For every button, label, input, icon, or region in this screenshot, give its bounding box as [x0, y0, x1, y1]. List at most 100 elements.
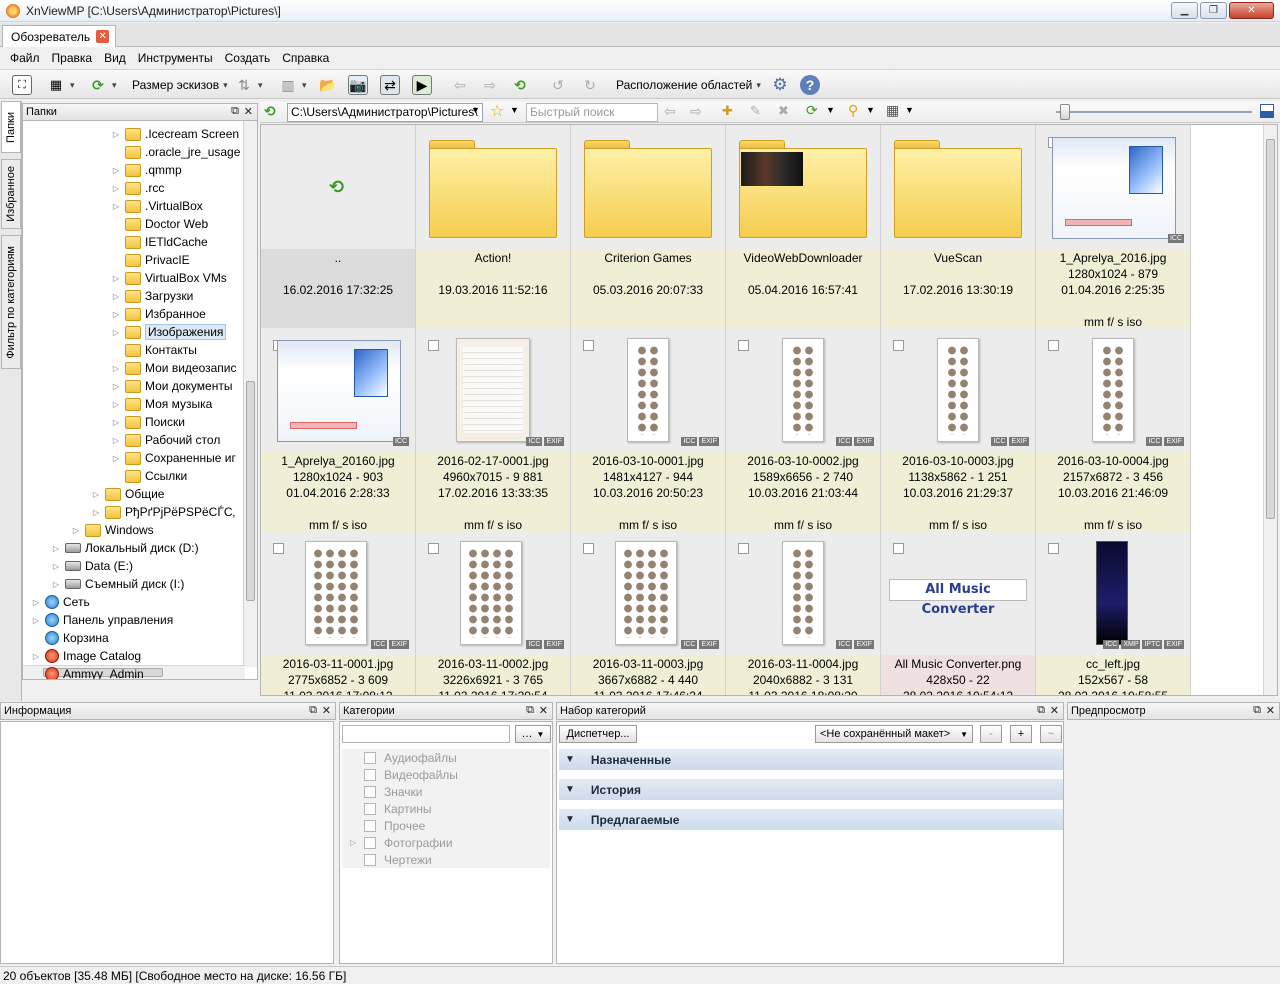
tree-item[interactable]: ▷ Панель управления — [31, 611, 173, 629]
category-item[interactable]: Видеофайлы — [342, 766, 550, 783]
tree-item[interactable]: ▷ Локальный диск (D:) — [51, 539, 199, 557]
preview-close-icon[interactable]: ✕ — [1266, 704, 1275, 717]
categories-undock-icon[interactable]: ⧉ — [526, 704, 534, 717]
refresh-dropdown-icon[interactable]: ▼ — [826, 105, 835, 115]
tree-item[interactable]: ▷ .rcc — [111, 179, 164, 197]
category-item[interactable]: ▷ Фотографии — [342, 834, 550, 851]
select-checkbox[interactable] — [428, 340, 439, 351]
tree-item[interactable]: ▷ Съемный диск (I:) — [51, 575, 184, 593]
expand-arrow-icon[interactable]: ▷ — [51, 544, 61, 553]
tree-item[interactable]: ▷ VirtualBox VMs — [111, 269, 227, 287]
help-button[interactable]: ? — [800, 74, 820, 96]
back-button[interactable]: ⇦ — [450, 74, 470, 96]
menu-edit[interactable]: Правка — [46, 51, 99, 65]
expand-arrow-icon[interactable]: ▷ — [31, 598, 41, 607]
select-checkbox[interactable] — [738, 340, 749, 351]
expand-arrow-icon[interactable]: ▷ — [71, 526, 81, 535]
filter-view-button[interactable]: ▥ — [278, 74, 307, 96]
close-tab-icon[interactable]: ✕ — [96, 30, 110, 43]
tree-item[interactable]: ▷ Рабочий стол — [111, 431, 220, 449]
side-tab-category-filter[interactable]: Фильтр по категориям — [1, 235, 21, 369]
select-checkbox[interactable] — [583, 543, 594, 554]
expand-arrow-icon[interactable]: ▷ — [111, 310, 121, 319]
category-checkbox[interactable] — [364, 785, 376, 798]
tree-item[interactable]: ▷ Загрузки — [111, 287, 193, 305]
thumbnail-cell[interactable]: ICC EXIF 2016-03-11-0002.jpg 3226x6921 - 3 … — [416, 531, 571, 695]
fullscreen-button[interactable]: ⛶ — [12, 74, 32, 96]
filter-dropdown-icon[interactable]: ▼ — [866, 105, 875, 115]
category-item[interactable]: Прочее — [342, 817, 550, 834]
folder-tree-scroll-thumb[interactable] — [246, 381, 255, 601]
delete-icon[interactable]: ✖ — [778, 103, 789, 119]
layout-select[interactable]: <Не сохранённый макет> ▼ — [815, 725, 973, 743]
expand-arrow-icon[interactable]: ▷ — [31, 652, 41, 661]
folder-tree-scrollbar[interactable] — [243, 121, 257, 667]
tree-item[interactable]: ▷ Изображения — [111, 323, 227, 341]
expand-arrow-icon[interactable]: ▷ — [111, 418, 121, 427]
filter-icon[interactable]: ⚲ — [848, 102, 858, 119]
thumbnail-cell[interactable]: Criterion Games 05.03.2016 20:07:33 — [571, 125, 726, 329]
side-tab-folders[interactable]: Папки — [1, 101, 21, 153]
expand-arrow-icon[interactable]: ▷ — [111, 400, 121, 409]
select-checkbox[interactable] — [1048, 543, 1059, 554]
expand-arrow-icon[interactable]: ▷ — [111, 130, 121, 139]
expand-arrow-icon[interactable]: ▷ — [111, 202, 121, 211]
expand-arrow-icon[interactable]: ▷ — [51, 562, 61, 571]
refresh-list-icon[interactable]: ⟳ — [806, 102, 818, 119]
expand-arrow-icon[interactable]: ▷ — [111, 454, 121, 463]
group-suggested[interactable]: ▼ Предлагаемые — [559, 809, 1063, 831]
tree-item[interactable]: ▷ Image Catalog — [31, 647, 141, 665]
new-folder-icon[interactable]: ✚ — [722, 103, 733, 119]
expand-arrow-icon[interactable]: ▷ — [111, 166, 121, 175]
tree-item[interactable]: IETldCache — [111, 233, 208, 251]
favorite-star-icon[interactable]: ☆ — [490, 101, 504, 121]
minimize-button[interactable]: ▁ — [1171, 2, 1198, 19]
maximize-button[interactable]: ❐ — [1200, 2, 1227, 19]
expand-arrow-icon[interactable]: ▷ — [111, 382, 121, 391]
category-checkbox[interactable] — [364, 836, 376, 849]
thumbnail-cell[interactable]: ICC 1_Aprelya_20160.jpg 1280x1024 - 903 01.… — [261, 328, 416, 532]
thumb-size-slider-knob[interactable] — [1060, 104, 1070, 120]
tree-item[interactable]: Doctor Web — [111, 215, 208, 233]
refresh-button[interactable]: ⟳ — [88, 74, 117, 96]
path-input[interactable]: C:\Users\Администратор\Pictures\ — [287, 103, 483, 122]
tree-item[interactable]: ▷ Общие — [91, 485, 165, 503]
tree-item[interactable]: ▷ Сеть — [31, 593, 90, 611]
tree-item[interactable]: ▷ .Icecream Screen — [111, 125, 239, 143]
category-item[interactable]: Картины — [342, 800, 550, 817]
edit-set-button[interactable]: ~ — [1040, 725, 1062, 743]
settings-button[interactable]: ⚙ — [770, 74, 790, 96]
thumbnail-cell[interactable]: ICC 1_Aprelya_2016.jpg 1280x1024 - 879 01.0… — [1036, 125, 1191, 329]
thumbnail-cell[interactable]: All Music Converter All Music Converter.p… — [881, 531, 1036, 695]
tree-item[interactable]: ▷ .VirtualBox — [111, 197, 203, 215]
tab-browser[interactable]: Обозреватель ✕ — [2, 25, 117, 47]
tree-item[interactable]: Ссылки — [111, 467, 187, 485]
category-checkbox[interactable] — [364, 751, 376, 764]
sort-button[interactable]: ⇅ — [234, 74, 263, 96]
side-tab-favorites[interactable]: Избранное — [1, 159, 21, 229]
category-menu-button[interactable]: … ▼ — [515, 725, 551, 743]
category-sets-close-icon[interactable]: ✕ — [1050, 704, 1059, 717]
close-window-button[interactable]: ✕ — [1229, 2, 1274, 19]
expand-arrow-icon[interactable]: ▷ — [111, 274, 121, 283]
select-checkbox[interactable] — [583, 340, 594, 351]
category-filter-input[interactable] — [342, 725, 510, 743]
thumbnail-cell[interactable]: VueScan 17.02.2016 13:30:19 — [881, 125, 1036, 329]
expand-arrow-icon[interactable]: ▷ — [111, 364, 121, 373]
thumbnail-cell[interactable]: ICC EXIF 2016-03-11-0004.jpg 2040x6882 - 3 … — [726, 531, 881, 695]
group-assigned[interactable]: ▼ Назначенные — [559, 749, 1063, 771]
remove-set-button[interactable]: - — [980, 725, 1002, 743]
browser-scroll-thumb[interactable] — [1266, 139, 1275, 519]
path-dropdown-icon[interactable]: ▼ — [471, 105, 480, 115]
camera-button[interactable]: 📷 — [348, 74, 368, 96]
select-checkbox[interactable] — [738, 543, 749, 554]
category-item[interactable]: Аудиофайлы — [342, 749, 550, 766]
tree-item[interactable]: ▷ Поиски — [111, 413, 185, 431]
category-checkbox[interactable] — [364, 819, 376, 832]
thumb-size-slider-track[interactable] — [1056, 111, 1252, 113]
grid-options-icon[interactable]: ▦ — [886, 102, 899, 119]
layout-button[interactable]: Расположение областей — [616, 74, 761, 96]
thumbnail-cell[interactable]: ICC EXIF 2016-03-10-0001.jpg 1481x4127 - 94… — [571, 328, 726, 532]
tree-item[interactable]: ▷ Сохраненные иг — [111, 449, 236, 467]
expand-arrow-icon[interactable]: ▷ — [111, 436, 121, 445]
